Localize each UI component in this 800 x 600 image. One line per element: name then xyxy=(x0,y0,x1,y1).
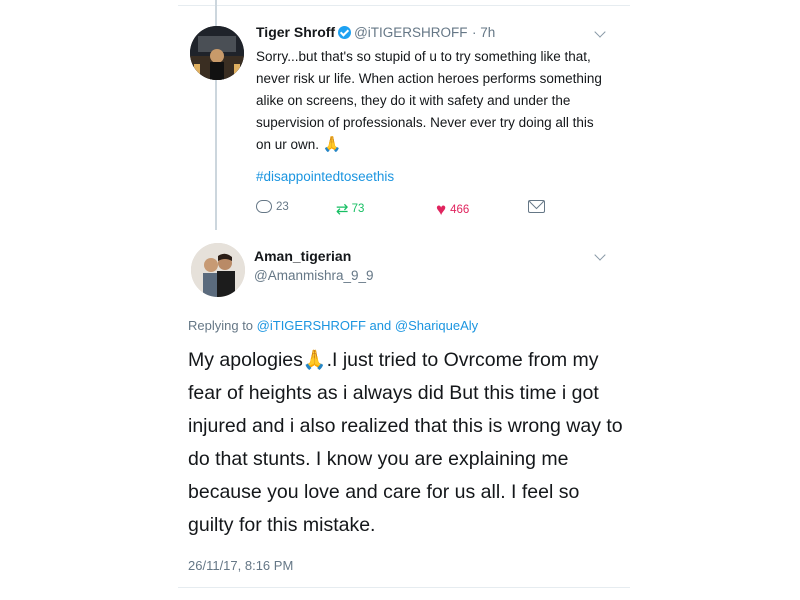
tweet1-header: Tiger Shroff @iTIGERSHROFF · 7h xyxy=(256,24,495,42)
like-count: 466 xyxy=(450,204,470,216)
tweet1-hashtag-link[interactable]: #disappointedtoseethis xyxy=(256,169,394,184)
tweet2-author-handle[interactable]: @Amanmishra_9_9 xyxy=(254,268,374,283)
tiger-shroff-avatar[interactable] xyxy=(190,26,244,80)
retweet-icon: ⇄ xyxy=(336,201,349,218)
tweet1-author-handle[interactable]: @iTIGERSHROFF xyxy=(354,25,467,40)
tweet2-text-content: .I just tried to Ovrcome from my fear of… xyxy=(188,349,623,536)
direct-message-button[interactable] xyxy=(528,200,545,213)
like-button[interactable]: ♥ 466 xyxy=(436,200,469,220)
folded-hands-emoji: 🙏 xyxy=(302,350,327,371)
reply-count: 23 xyxy=(276,200,289,213)
tweet2-text-prefix: My apologies xyxy=(188,349,303,371)
heart-icon: ♥ xyxy=(436,200,447,219)
mention-shariquealy-link[interactable]: @ShariqueAly xyxy=(395,318,478,333)
tweet1-time[interactable]: · 7h xyxy=(472,25,495,40)
replying-to-line: Replying to @iTIGERSHROFF and @ShariqueA… xyxy=(188,318,478,333)
direct-message-icon xyxy=(528,200,545,213)
folded-hands-emoji: 🙏 xyxy=(322,136,342,153)
top-divider xyxy=(178,5,630,6)
chevron-down-icon[interactable] xyxy=(594,249,606,261)
bottom-divider xyxy=(178,587,630,588)
tweet2-timestamp[interactable]: 26/11/17, 8:16 PM xyxy=(188,558,293,573)
reply-button[interactable]: 23 xyxy=(256,200,289,213)
tweet2-text: My apologies🙏.I just tried to Ovrcome fr… xyxy=(188,344,628,542)
tweet-thread: Tiger Shroff @iTIGERSHROFF · 7h Sorry...b… xyxy=(178,0,630,600)
reply-icon xyxy=(256,200,272,213)
retweet-button[interactable]: ⇄ 73 xyxy=(336,200,364,218)
verified-badge-icon xyxy=(338,26,352,39)
tweet1-text-content: Sorry...but that's so stupid of u to try… xyxy=(256,49,602,152)
aman-tigerian-avatar[interactable] xyxy=(191,243,245,297)
chevron-down-icon[interactable] xyxy=(594,26,606,38)
replying-to-label: Replying to xyxy=(188,318,254,333)
replying-and-label: and xyxy=(369,318,392,333)
tweet1-author-name[interactable]: Tiger Shroff xyxy=(256,24,335,40)
mention-itigershroff-link[interactable]: @iTIGERSHROFF xyxy=(257,318,366,333)
tweet1-action-bar: 23 ⇄ 73 ♥ 466 xyxy=(256,200,576,222)
tweet1-text: Sorry...but that's so stupid of u to try… xyxy=(256,46,606,156)
retweet-count: 73 xyxy=(351,203,365,215)
tweet2-author-name[interactable]: Aman_tigerian xyxy=(254,248,351,264)
